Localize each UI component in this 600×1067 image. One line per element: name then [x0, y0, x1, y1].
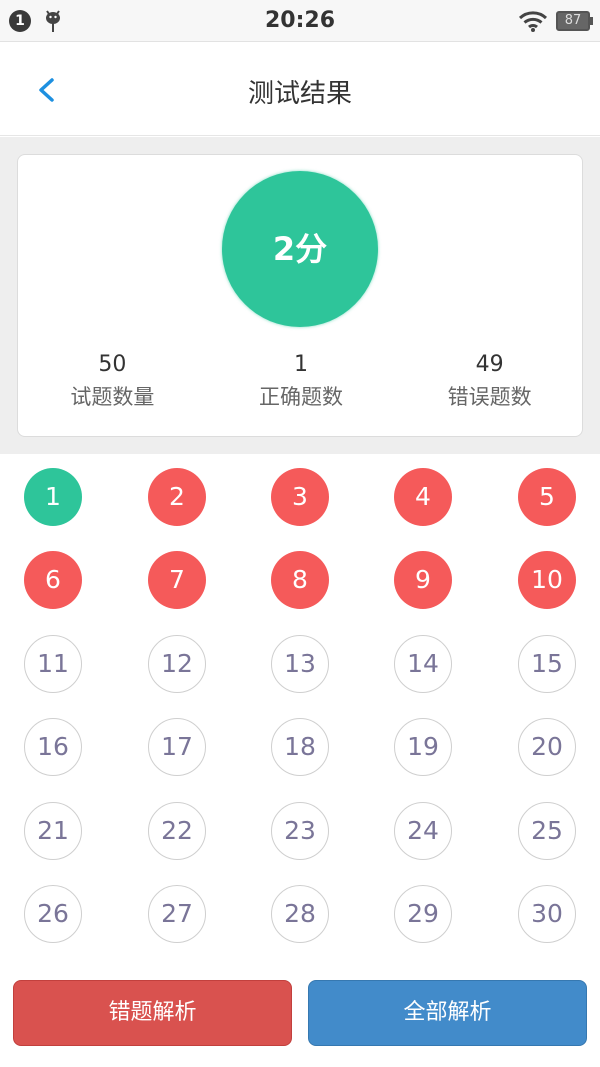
question-grid: 1 2 3 4 5 6 7 8 9 10 11 12 13 14 15 16 17 18 19 20 21 22 23 24 2… [0, 466, 600, 946]
wifi-icon [518, 11, 548, 32]
question-wrong[interactable]: 7 [148, 551, 206, 609]
page-title: 测试结果 [247, 79, 352, 109]
question-wrong[interactable]: 10 [518, 551, 576, 609]
question-unanswered[interactable]: 17 [148, 718, 206, 776]
question-wrong[interactable]: 4 [394, 468, 452, 526]
question-unanswered[interactable]: 19 [394, 718, 452, 776]
stat-label: 错误题数 [447, 385, 532, 409]
question-unanswered[interactable]: 27 [148, 885, 206, 943]
app-header: 测试结果 [0, 43, 600, 136]
question-unanswered[interactable]: 21 [24, 802, 82, 860]
all-analysis-button[interactable]: 全部解析 [308, 980, 587, 1046]
stat-value: 1 [294, 352, 308, 377]
status-time: 20:26 [264, 8, 336, 33]
question-unanswered[interactable]: 23 [271, 802, 329, 860]
stat-label: 正确题数 [259, 385, 343, 409]
question-wrong[interactable]: 2 [148, 468, 206, 526]
question-unanswered[interactable]: 15 [518, 635, 576, 693]
question-unanswered[interactable]: 24 [394, 802, 452, 860]
summary-card: 2分 50 试题数量 1 正确题数 49 错误题数 [17, 154, 583, 437]
summary-section: 2分 50 试题数量 1 正确题数 49 错误题数 [0, 137, 600, 454]
question-unanswered[interactable]: 25 [518, 802, 576, 860]
score-circle: 2分 [222, 171, 378, 327]
question-wrong[interactable]: 6 [24, 551, 82, 609]
question-wrong[interactable]: 8 [271, 551, 329, 609]
stats-row: 50 试题数量 1 正确题数 49 错误题数 [18, 351, 584, 413]
question-unanswered[interactable]: 22 [148, 802, 206, 860]
stat-value: 49 [475, 352, 504, 377]
question-unanswered[interactable]: 30 [518, 885, 576, 943]
question-unanswered[interactable]: 29 [394, 885, 452, 943]
question-unanswered[interactable]: 20 [518, 718, 576, 776]
stat-value: 50 [98, 352, 127, 377]
question-unanswered[interactable]: 28 [271, 885, 329, 943]
stat-wrong: 49 错误题数 [395, 351, 584, 413]
question-unanswered[interactable]: 11 [24, 635, 82, 693]
question-unanswered[interactable]: 18 [271, 718, 329, 776]
stat-label: 试题数量 [70, 385, 155, 409]
question-wrong[interactable]: 9 [394, 551, 452, 609]
question-unanswered[interactable]: 16 [24, 718, 82, 776]
stat-correct: 1 正确题数 [207, 351, 396, 413]
question-wrong[interactable]: 3 [271, 468, 329, 526]
question-unanswered[interactable]: 13 [271, 635, 329, 693]
question-unanswered[interactable]: 12 [148, 635, 206, 693]
battery-icon: 87 [556, 11, 593, 31]
stat-total: 50 试题数量 [18, 351, 207, 413]
wrong-analysis-button[interactable]: 错题解析 [13, 980, 292, 1046]
question-correct[interactable]: 1 [24, 468, 82, 526]
question-wrong[interactable]: 5 [518, 468, 576, 526]
question-unanswered[interactable]: 26 [24, 885, 82, 943]
question-unanswered[interactable]: 14 [394, 635, 452, 693]
status-bar: 1 20:26 87 [0, 0, 600, 42]
